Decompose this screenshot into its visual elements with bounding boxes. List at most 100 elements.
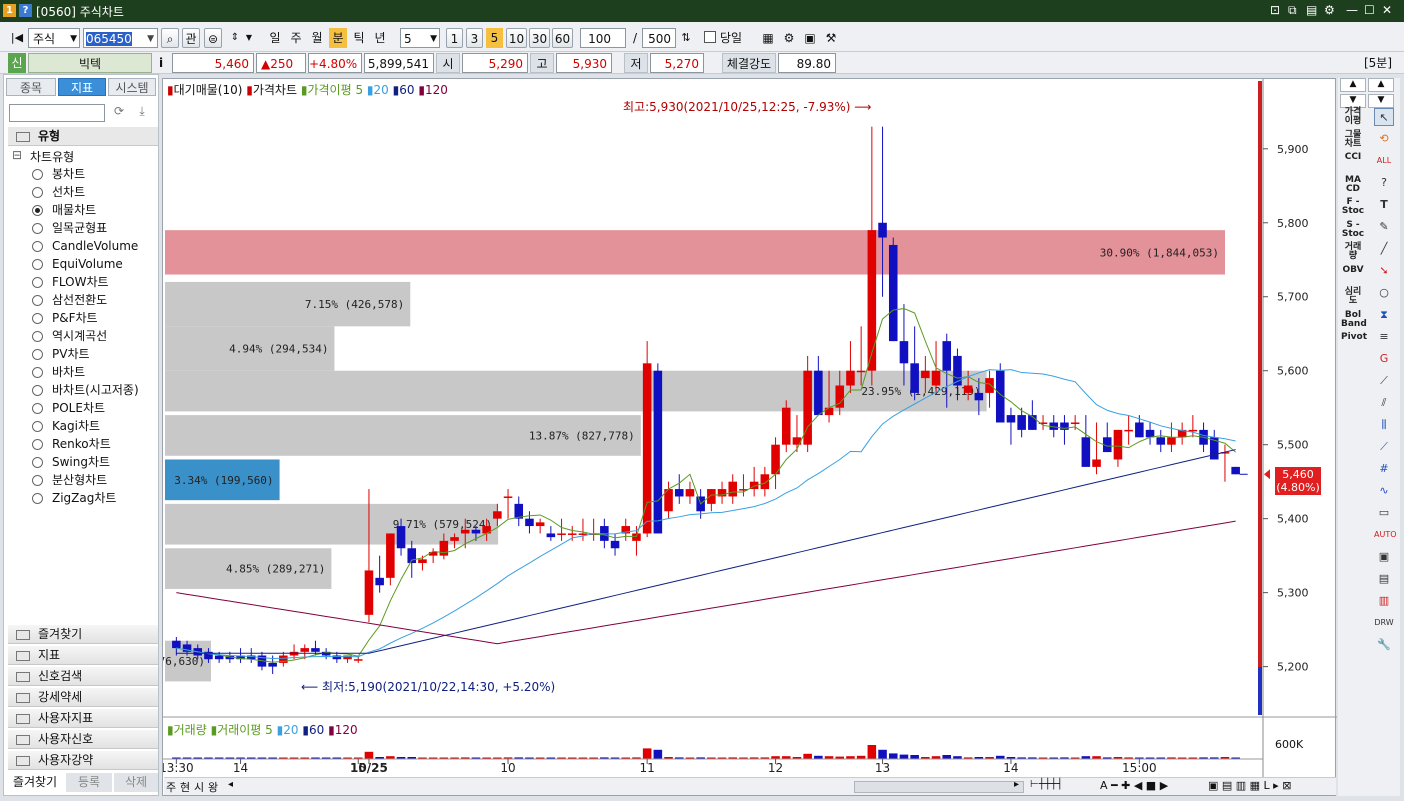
trendline-icon[interactable]: ╱ [1374,240,1394,258]
export-icons[interactable]: ▣ ▤ ▥ ▦ L ▸ ⊠ [1208,779,1291,792]
period-day[interactable]: 일 [266,28,284,48]
indicator-shortcut[interactable]: 심리 도 [1341,288,1365,306]
bottom-tab-1[interactable]: 주 [166,779,178,795]
indicator-shortcut[interactable]: Bol Band [1341,310,1367,329]
gear-icon[interactable]: ⚙ [1324,3,1335,17]
period-minute[interactable]: 분 [329,28,347,48]
search-icon[interactable]: ⌕ [161,28,179,48]
tools-icon[interactable]: ⚒ [823,28,839,48]
radio-icon[interactable] [32,169,43,180]
tab-stock[interactable]: 종목 [6,78,56,96]
radio-icon[interactable] [32,421,43,432]
link-icon[interactable]: ⊡ [1270,3,1280,17]
save-icon[interactable]: ▣ [802,28,818,48]
folder-item[interactable]: 강세약세 [8,688,158,707]
auto-icon[interactable]: AUTO [1374,526,1397,544]
print-icon[interactable]: ▤ [1306,3,1317,17]
total-input[interactable]: 500 [642,28,676,48]
scroll-right-icon[interactable]: ▸ [1014,779,1019,790]
radio-icon[interactable] [32,313,43,324]
interval-1[interactable]: 1 [446,28,463,48]
interval-60[interactable]: 60 [552,28,573,48]
interval-30[interactable]: 30 [529,28,550,48]
ruler-icon[interactable]: ▭ [1374,504,1394,522]
radio-icon[interactable] [32,349,43,360]
indicator-shortcut[interactable]: F - Stoc [1341,198,1365,216]
indicator-shortcut[interactable]: MA CD [1341,175,1365,194]
radio-icon[interactable] [32,295,43,306]
minimize-icon[interactable]: — [1346,3,1358,17]
radio-icon[interactable] [32,493,43,504]
wrench-icon[interactable]: 🔧 [1374,636,1394,654]
subgroup-chart-type[interactable]: ⊟ 차트유형 [12,148,74,165]
indicator-shortcut[interactable]: 거래 량 [1341,243,1365,261]
indicator-scroll-down[interactable]: ▼ [1340,94,1366,108]
interval-select[interactable]: 5 ▼ [400,28,440,48]
scroll-left-icon[interactable]: ◂ [228,779,233,790]
bottom-tab-favorites[interactable]: 즐겨찾기 [6,773,64,792]
interval-3[interactable]: 3 [466,28,483,48]
speed-icon[interactable]: ⟋ [1374,438,1394,456]
prev-stock-icon[interactable]: |◀ [8,28,26,48]
tool-scroll-down[interactable]: ▼ [1368,94,1394,108]
refresh-icon[interactable]: ⟳ [109,104,129,122]
radio-icon[interactable] [32,385,43,396]
indicator-shortcut[interactable]: 가격 이평 [1341,108,1365,126]
app-badge-1[interactable]: 1 [3,4,16,17]
indicator-scroll-up[interactable]: ▲ [1340,78,1366,92]
interval-5[interactable]: 5 [486,28,503,48]
fan-icon[interactable]: ⟋ [1374,372,1394,390]
fibo-icon[interactable]: ⧗ [1374,306,1394,324]
period-year[interactable]: 년 [371,28,389,48]
nav-controls[interactable]: A ━ ✚ ◀ ■ ▶ [1100,779,1168,792]
radio-icon[interactable] [32,187,43,198]
maximize-icon[interactable]: ☐ [1364,3,1375,17]
radio-icon[interactable] [32,367,43,378]
indicator-shortcut[interactable]: S - Stoc [1341,220,1365,239]
scrollbar[interactable] [854,781,1024,793]
radio-icon[interactable] [32,205,43,216]
gann-icon[interactable]: G [1374,350,1394,368]
stock-code-input[interactable]: 065450 ▼ [83,28,158,48]
radio-icon[interactable] [32,403,43,414]
bottom-tab-2[interactable]: 현 [180,779,192,795]
zoom-slider[interactable]: ⊢┼┼┼┤ [1030,779,1063,790]
folder-item[interactable]: 사용자강약 [8,751,158,770]
bottom-tab-delete[interactable]: 삭제 [114,773,158,792]
arrow-line-icon[interactable]: ➘ [1374,262,1394,280]
radio-icon[interactable] [32,457,43,468]
chart-area[interactable]: 5,900 5,800 5,700 5,600 5,500 5,400 5,300 5,200… [112,78,1337,796]
indicator-shortcut[interactable]: Pivot [1341,333,1367,342]
info-icon[interactable]: i [155,53,167,73]
copy-icon[interactable]: ⧉ [1288,3,1297,18]
dropdown-icon[interactable]: ▼ [244,28,254,48]
grid-tool-icon[interactable]: # [1374,460,1394,478]
magnet-icon[interactable]: ⟲ [1374,130,1394,148]
help-icon[interactable]: ? [1374,174,1394,192]
radio-icon[interactable] [32,277,43,288]
folder-item[interactable]: 지표 [8,646,158,665]
folder-item[interactable]: 사용자신호 [8,730,158,749]
radio-icon[interactable] [32,331,43,342]
folder-item[interactable]: 신호검색 [8,667,158,686]
count-input[interactable]: 100 [580,28,626,48]
close-icon[interactable]: ✕ [1382,3,1392,17]
radio-icon[interactable] [32,439,43,450]
tab-indicator[interactable]: 지표 [58,78,106,96]
parallel-icon[interactable]: ⫽ [1374,394,1394,412]
radio-icon[interactable] [32,475,43,486]
market-select[interactable]: 주식 ▼ [28,28,80,48]
help-badge[interactable]: ? [19,4,32,17]
wave-icon[interactable]: ∿ [1374,482,1394,500]
link-stock-icon[interactable]: ⊜ [204,28,222,48]
indicator-search-input[interactable] [9,104,105,122]
interval-10[interactable]: 10 [506,28,527,48]
tab-system[interactable]: 시스템 [108,78,156,96]
window-icon[interactable]: ▣ [1374,548,1394,566]
period-tick[interactable]: 틱 [350,28,368,48]
indicator-shortcut[interactable]: CCI [1341,153,1365,162]
text-tool-icon[interactable]: T [1374,196,1394,214]
apply-count-icon[interactable]: ⇅ [678,28,694,48]
circle-icon[interactable]: ○ [1374,284,1394,302]
bottom-tab-4[interactable]: 왕 [208,779,222,795]
